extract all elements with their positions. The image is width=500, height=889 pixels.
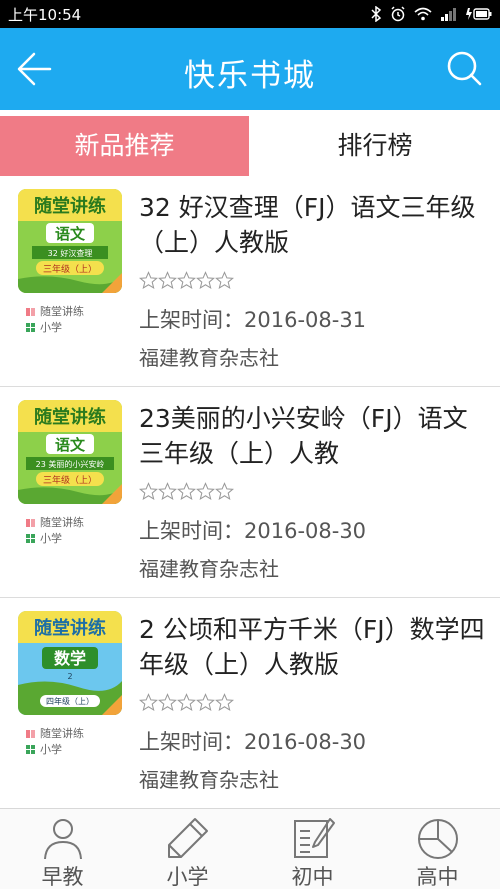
grid-icon xyxy=(26,534,35,543)
grid-icon xyxy=(26,745,35,754)
star-empty-icon xyxy=(139,482,158,501)
star-empty-icon xyxy=(158,482,177,501)
cover-tags: 随堂讲练 小学 xyxy=(26,304,84,336)
cover-header-text: 随堂讲练 xyxy=(34,195,106,217)
status-icons xyxy=(370,4,492,24)
star-empty-icon xyxy=(215,271,234,290)
signal-icon xyxy=(440,7,458,21)
rating-stars xyxy=(139,482,234,501)
cover-subject-text: 数学 xyxy=(54,649,86,668)
release-date: 上架时间：2016-08-30 xyxy=(139,519,367,543)
star-empty-icon xyxy=(196,693,215,712)
star-empty-icon xyxy=(215,693,234,712)
level-tag: 小学 xyxy=(26,320,84,336)
star-empty-icon xyxy=(158,693,177,712)
nav-item-high-school[interactable]: 高中 xyxy=(375,809,500,889)
tab-ranking[interactable]: 排行榜 xyxy=(250,116,500,176)
book-cover[interactable]: 随堂讲练 语文 32 好汉查理 三年级（上） xyxy=(18,189,122,293)
star-empty-icon xyxy=(177,482,196,501)
star-empty-icon xyxy=(196,482,215,501)
series-tag: 随堂讲练 xyxy=(26,515,84,531)
tab-new-arrivals[interactable]: 新品推荐 xyxy=(0,116,249,176)
series-tag-label: 随堂讲练 xyxy=(40,727,84,740)
wifi-icon xyxy=(414,7,432,21)
cover-tags: 随堂讲练 小学 xyxy=(26,515,84,547)
cover-subject-text: 语文 xyxy=(55,436,86,454)
nav-item-primary-school[interactable]: 小学 xyxy=(125,809,250,889)
status-bar: 上午10:54 xyxy=(0,0,500,28)
battery-icon xyxy=(466,7,492,21)
cover-grade-text: 三年级（上） xyxy=(43,474,97,486)
star-empty-icon xyxy=(139,271,158,290)
publisher: 福建教育杂志社 xyxy=(139,346,279,370)
cover-header-text: 随堂讲练 xyxy=(34,406,106,428)
series-tag-label: 随堂讲练 xyxy=(40,516,84,529)
book-list: 随堂讲练 语文 32 好汉查理 三年级（上） 随堂讲练 小学 32 好汉查理（F… xyxy=(0,176,500,809)
star-empty-icon xyxy=(139,693,158,712)
level-tag-label: 小学 xyxy=(40,532,62,545)
book-title[interactable]: 23美丽的小兴安岭（FJ）语文三年级（上）人教 xyxy=(139,401,489,471)
search-icon[interactable] xyxy=(444,48,484,88)
star-empty-icon xyxy=(158,271,177,290)
pencil-icon xyxy=(168,818,208,858)
nav-item-middle-school[interactable]: 初中 xyxy=(250,809,375,889)
alarm-icon xyxy=(390,6,406,22)
book-item[interactable]: 随堂讲练 数学 2 四年级（上） 随堂讲练 小学 2 公顷和平方千米（FJ）数学… xyxy=(0,598,500,809)
book-icon xyxy=(26,730,35,738)
level-tag-label: 小学 xyxy=(40,743,62,756)
star-empty-icon xyxy=(196,271,215,290)
level-tag-label: 小学 xyxy=(40,321,62,334)
bottom-nav: 早教 小学 初中 高中 xyxy=(0,808,500,889)
level-tag: 小学 xyxy=(26,742,84,758)
book-title[interactable]: 2 公顷和平方千米（FJ）数学四年级（上）人教版 xyxy=(139,612,489,682)
cover-header-text: 随堂讲练 xyxy=(34,617,106,639)
rating-stars xyxy=(139,693,234,712)
star-empty-icon xyxy=(177,693,196,712)
book-item[interactable]: 随堂讲练 语文 23 美丽的小兴安岭 三年级（上） 随堂讲练 小学 23美丽的小… xyxy=(0,387,500,598)
cover-lesson-text: 23 美丽的小兴安岭 xyxy=(36,459,105,469)
publisher: 福建教育杂志社 xyxy=(139,557,279,581)
status-time: 上午10:54 xyxy=(8,6,82,24)
book-icon xyxy=(26,519,35,527)
cover-grade-text: 三年级（上） xyxy=(43,263,97,275)
release-date: 上架时间：2016-08-30 xyxy=(139,730,367,754)
series-tag: 随堂讲练 xyxy=(26,726,84,742)
cover-tags: 随堂讲练 小学 xyxy=(26,726,84,758)
cover-subject-text: 语文 xyxy=(55,225,86,243)
star-empty-icon xyxy=(215,482,234,501)
nav-label: 初中 xyxy=(291,865,334,889)
rating-stars xyxy=(139,271,234,290)
book-cover[interactable]: 随堂讲练 数学 2 四年级（上） xyxy=(18,611,122,715)
series-tag: 随堂讲练 xyxy=(26,304,84,320)
page-title: 快乐书城 xyxy=(184,58,316,94)
publisher: 福建教育杂志社 xyxy=(139,768,279,792)
tab-bar: 新品推荐 排行榜 xyxy=(0,110,500,176)
cover-lesson-text: 2 xyxy=(67,672,72,681)
level-tag: 小学 xyxy=(26,531,84,547)
notebook-icon xyxy=(294,818,335,858)
star-empty-icon xyxy=(177,271,196,290)
release-date: 上架时间：2016-08-31 xyxy=(139,308,367,332)
book-cover[interactable]: 随堂讲练 语文 23 美丽的小兴安岭 三年级（上） xyxy=(18,400,122,504)
nav-label: 小学 xyxy=(166,865,209,889)
nav-label: 早教 xyxy=(41,865,84,889)
cover-grade-text: 四年级（上） xyxy=(46,696,94,706)
cover-lesson-text: 32 好汉查理 xyxy=(48,248,93,258)
nav-label: 高中 xyxy=(416,865,459,889)
pie-chart-icon xyxy=(418,819,458,859)
person-icon xyxy=(44,819,82,860)
book-title[interactable]: 32 好汉查理（FJ）语文三年级（上）人教版 xyxy=(139,190,489,260)
nav-item-early-education[interactable]: 早教 xyxy=(0,809,125,889)
grid-icon xyxy=(26,323,35,332)
bluetooth-icon xyxy=(370,6,382,22)
book-item[interactable]: 随堂讲练 语文 32 好汉查理 三年级（上） 随堂讲练 小学 32 好汉查理（F… xyxy=(0,176,500,387)
app-header: 快乐书城 xyxy=(0,28,500,110)
series-tag-label: 随堂讲练 xyxy=(40,305,84,318)
book-icon xyxy=(26,308,35,316)
